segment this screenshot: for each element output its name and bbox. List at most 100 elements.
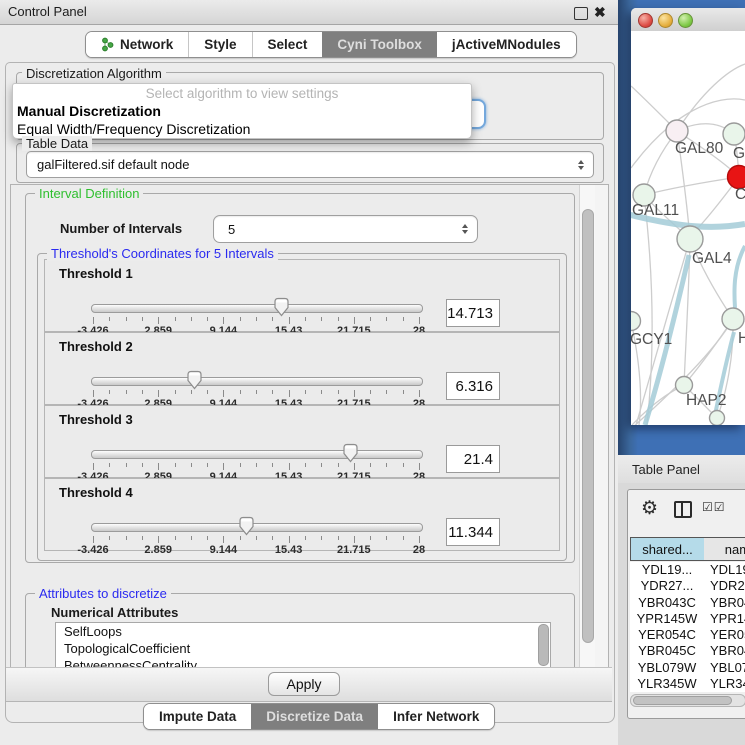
network-node-gal4[interactable] <box>677 226 703 252</box>
slider-tick <box>305 536 306 540</box>
slider-tick <box>142 390 143 394</box>
number-of-intervals-label: Number of Intervals <box>56 221 186 236</box>
tab-network[interactable]: Network <box>86 32 188 57</box>
slider-tick-label: -3.426 <box>63 544 123 556</box>
slider-track[interactable] <box>91 377 423 386</box>
attributes-list-scrollbar[interactable] <box>538 624 549 666</box>
slider-tick <box>305 317 306 321</box>
column-header-name[interactable]: name <box>704 537 745 561</box>
table-row[interactable]: YBR043CYBR043C <box>630 595 745 611</box>
table-cell: YDL19... <box>704 562 745 578</box>
attribute-item-topologicalcoefficient[interactable]: TopologicalCoefficient <box>56 640 550 657</box>
slider-tick <box>272 317 273 321</box>
node-label-hap2: HAP2 <box>686 392 727 409</box>
tab-impute-data[interactable]: Impute Data <box>144 704 251 729</box>
tab-cyni-toolbox[interactable]: Cyni Toolbox <box>322 32 437 57</box>
network-canvas[interactable]: GAL80GACGAL11GAL4GCY1HHAP2 <box>631 31 745 425</box>
slider-tick <box>93 317 94 324</box>
table-cell: YBL079W <box>630 660 704 676</box>
tab-style[interactable]: Style <box>188 32 251 57</box>
network-node-ga[interactable] <box>723 123 745 145</box>
slider-tick <box>207 536 208 540</box>
dropdown-item-equal-width-frequency-discretization[interactable]: Equal Width/Frequency Discretization <box>17 121 250 137</box>
network-node-hap2[interactable] <box>676 377 693 394</box>
dropdown-prompt-item[interactable]: Select algorithm to view settings <box>13 86 471 101</box>
slider-knob[interactable] <box>186 370 203 390</box>
slider-track[interactable] <box>91 450 423 459</box>
scrollbar-thumb[interactable] <box>582 209 594 643</box>
threshold-value-field[interactable]: 11.344 <box>446 518 500 546</box>
slider-track[interactable] <box>91 523 423 532</box>
network-view-window[interactable]: GAL80GACGAL11GAL4GCY1HHAP2 <box>631 8 745 425</box>
network-node-gcy1[interactable] <box>631 312 641 331</box>
network-node-unnamed[interactable] <box>710 411 725 426</box>
zoom-traffic-light-icon[interactable] <box>678 13 693 28</box>
table-horizontal-scrollbar[interactable] <box>630 694 745 707</box>
network-window-titlebar[interactable] <box>631 8 745 32</box>
slider-track[interactable] <box>91 304 423 313</box>
table-cell: YER054C <box>630 627 704 643</box>
attribute-item-selfloops[interactable]: SelfLoops <box>56 623 550 640</box>
slider-tick <box>321 463 322 467</box>
slider-tick <box>403 390 404 394</box>
combobox-stepper-icon[interactable] <box>458 224 472 234</box>
table-cell: YBR043C <box>630 595 704 611</box>
table-data-combobox[interactable]: galFiltered.sif default node <box>26 151 594 178</box>
table-row[interactable]: YDR27...YDR27... <box>630 578 745 594</box>
close-traffic-light-icon[interactable] <box>638 13 653 28</box>
node-label-ga: GA <box>733 145 745 162</box>
threshold-value-field[interactable]: 21.4 <box>446 445 500 473</box>
table-row[interactable]: YER054CYER054C <box>630 627 745 643</box>
network-edge <box>677 64 745 131</box>
table-row[interactable]: YPR145WYPR145W <box>630 611 745 627</box>
checkbox-columns-icon[interactable]: ☑☑ <box>702 500 726 514</box>
slider-tick <box>386 390 387 394</box>
slider-knob[interactable] <box>238 516 255 536</box>
slider-tick <box>93 536 94 543</box>
threshold-label: Threshold 1 <box>59 266 133 281</box>
network-edge <box>644 195 652 425</box>
control-panel-titlebar: Control Panel ✖ <box>0 0 618 25</box>
slider-tick <box>370 317 371 321</box>
close-icon[interactable]: ✖ <box>594 5 606 19</box>
top-tab-bar: NetworkStyleSelectCyni ToolboxjActiveMNo… <box>85 31 577 58</box>
table-rows: YDL19...YDL19...YDR27...YDR27...YBR043CY… <box>630 562 745 692</box>
dropdown-item-manual-discretization[interactable]: Manual Discretization <box>17 103 161 119</box>
table-row[interactable]: YBR045CYBR045C <box>630 643 745 659</box>
settings-scrollpane: Interval Definition Number of Intervals … <box>10 184 609 669</box>
thresholds-group: Threshold 1-3.4262.8599.14415.4321.71528… <box>37 253 567 561</box>
table-cell: YLR345W <box>630 676 704 692</box>
attributes-group-label: Attributes to discretize <box>35 586 171 601</box>
slider-tick <box>207 390 208 394</box>
threshold-value-field[interactable]: 6.316 <box>446 372 500 400</box>
network-node-h[interactable] <box>722 308 744 330</box>
float-window-icon[interactable] <box>574 7 588 20</box>
tab-select[interactable]: Select <box>252 32 323 57</box>
slider-tick <box>175 536 176 540</box>
tab-jactivemnodules[interactable]: jActiveMNodules <box>437 32 576 57</box>
column-header-shared-name[interactable]: shared... <box>630 537 705 561</box>
table-row[interactable]: YBL079WYBL079W <box>630 660 745 676</box>
table-row[interactable]: YLR345WYLR345W <box>630 676 745 692</box>
number-of-intervals-combobox[interactable]: 5 <box>213 215 478 243</box>
scrollbar-thumb[interactable] <box>633 696 732 705</box>
slider-tick <box>158 390 159 397</box>
table-row[interactable]: YDL19...YDL19... <box>630 562 745 578</box>
slider-tick <box>289 463 290 470</box>
slider-tick <box>403 317 404 321</box>
minimize-traffic-light-icon[interactable] <box>658 13 673 28</box>
tab-infer-network[interactable]: Infer Network <box>378 704 494 729</box>
apply-button[interactable]: Apply <box>268 672 340 696</box>
panel-title: Control Panel <box>8 4 87 19</box>
network-node-gal80[interactable] <box>666 120 688 142</box>
numerical-attributes-list[interactable]: SelfLoopsTopologicalCoefficientBetweenne… <box>55 622 551 669</box>
combobox-stepper-icon[interactable] <box>574 160 588 170</box>
slider-knob[interactable] <box>342 443 359 463</box>
settings-vertical-scrollbar[interactable] <box>579 185 595 668</box>
tab-discretize-data[interactable]: Discretize Data <box>251 704 378 729</box>
column-layout-icon[interactable] <box>674 501 692 518</box>
settings-gear-icon[interactable]: ⚙ <box>641 497 658 520</box>
slider-knob[interactable] <box>273 297 290 317</box>
slider-tick <box>142 536 143 540</box>
threshold-value-field[interactable]: 14.713 <box>446 299 500 327</box>
